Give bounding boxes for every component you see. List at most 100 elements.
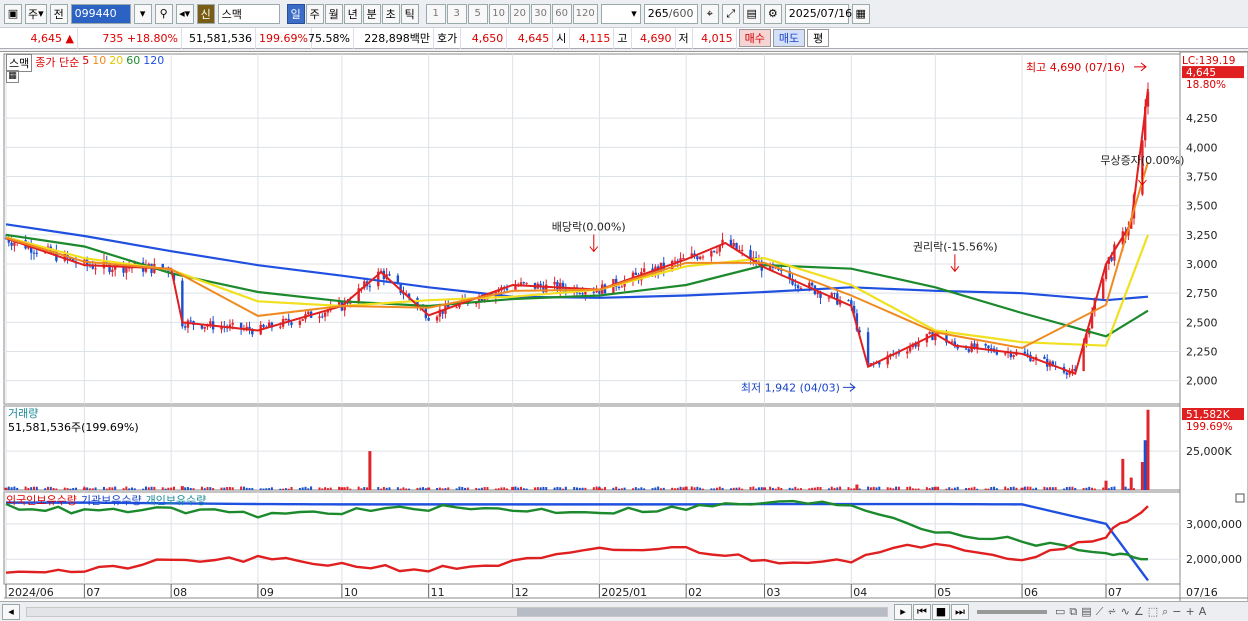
x-tick-label-10: 04 xyxy=(853,586,867,599)
nav-forward-icon[interactable]: ⏭ xyxy=(951,603,969,620)
volume-bar xyxy=(282,488,285,490)
zoom-icon[interactable]: ⌕ xyxy=(1162,605,1168,619)
save-icon[interactable]: ▤ xyxy=(742,3,761,24)
fibonacci-icon[interactable]: ⩫ xyxy=(1107,605,1116,619)
volume-bar xyxy=(170,487,173,490)
nav-play-icon[interactable]: ▸ xyxy=(894,603,912,620)
zoom-slider[interactable] xyxy=(977,609,1047,614)
volume-bar xyxy=(458,486,461,490)
volume-bar xyxy=(1091,487,1094,490)
volume-bar xyxy=(909,486,912,490)
code-dropdown-button[interactable]: ▾ xyxy=(133,3,152,24)
chart-type-icon[interactable]: ▣ xyxy=(4,3,22,24)
plus-icon[interactable]: + xyxy=(1185,605,1194,619)
candle-body xyxy=(810,282,814,286)
table-icon[interactable]: ▦ xyxy=(6,70,19,83)
interval-button-6[interactable]: 60 xyxy=(551,3,572,24)
interval-button-1[interactable]: 3 xyxy=(446,3,467,24)
stock-chart[interactable]: 2024/06 07 08 09 10 11 12 2025/01 02 03 04 05 06 07 07… xyxy=(0,52,1248,602)
text-icon[interactable]: A xyxy=(1199,605,1207,619)
eval-button[interactable]: 평 xyxy=(807,29,830,47)
candle-body xyxy=(984,343,987,346)
volume-bar xyxy=(788,487,791,490)
candle-body xyxy=(964,348,968,350)
up-arrow-icon: ▲ xyxy=(65,31,74,45)
nav-start-icon[interactable]: ⏮ xyxy=(913,603,931,620)
draw-tool-icon[interactable]: ⤢ xyxy=(721,3,740,24)
candle-body xyxy=(620,286,623,288)
volume-bar xyxy=(659,488,662,490)
count-value: 265 xyxy=(647,7,669,20)
interval-button-0[interactable]: 1 xyxy=(425,3,446,24)
hold-tick-label-1: 3,000,000 xyxy=(1186,518,1242,531)
buy-button[interactable]: 매수 xyxy=(738,29,771,47)
copy-icon[interactable]: ⧉ xyxy=(1069,605,1077,619)
interval-input[interactable]: ▾ xyxy=(600,3,641,24)
chart-area[interactable]: 2024/06 07 08 09 10 11 12 2025/01 02 03 04 05 06 07 07… xyxy=(0,51,1248,602)
count-field[interactable]: 265/600 xyxy=(643,3,698,24)
panel-close-icon xyxy=(1235,493,1245,503)
period-tab-5[interactable]: 초 xyxy=(381,3,400,24)
volume-bar xyxy=(573,486,576,490)
volume-bar xyxy=(111,487,114,490)
x-tick-label-9: 03 xyxy=(767,586,781,599)
date-field[interactable]: 2025/07/16 xyxy=(784,3,852,24)
crosshair-icon[interactable]: ⌖ xyxy=(700,3,719,24)
shape-icon[interactable]: ⬚ xyxy=(1148,605,1158,619)
volume-bar xyxy=(1085,487,1088,490)
candle-body xyxy=(553,281,556,285)
horizontal-scrollbar[interactable] xyxy=(26,606,888,617)
volume-bar xyxy=(976,488,979,490)
scroll-left-button[interactable]: ◂ xyxy=(2,603,20,620)
wave-icon[interactable]: ∿ xyxy=(1121,605,1130,619)
volume-bar xyxy=(200,486,203,490)
period-tab-2[interactable]: 월 xyxy=(324,3,343,24)
volume-bar xyxy=(357,486,360,490)
stock-code-input[interactable]: 099440 xyxy=(70,3,131,24)
nav-stop-icon[interactable]: ■ xyxy=(932,603,950,620)
volume-bar xyxy=(612,487,615,490)
volume-bar xyxy=(500,487,503,490)
gear-icon[interactable]: ⚙ xyxy=(763,3,782,24)
interval-button-5[interactable]: 30 xyxy=(530,3,551,24)
sell-button[interactable]: 매도 xyxy=(772,29,806,47)
candle-body xyxy=(125,267,128,273)
volume-bar xyxy=(797,488,800,490)
volume-bar xyxy=(251,488,254,490)
sin-badge[interactable]: 신 xyxy=(196,3,215,24)
interval-button-2[interactable]: 5 xyxy=(467,3,488,24)
scrollbar-thumb[interactable] xyxy=(517,607,887,616)
interval-button-3[interactable]: 10 xyxy=(488,3,509,24)
angle-icon[interactable]: ∠ xyxy=(1134,605,1144,619)
volume-bar xyxy=(715,487,718,490)
volume-bar xyxy=(520,486,523,490)
volume-bar xyxy=(405,488,408,490)
search-icon[interactable]: ⚲ xyxy=(154,3,173,24)
volume-bar xyxy=(318,487,321,490)
prev-button[interactable]: 전 xyxy=(49,3,68,24)
candle-body xyxy=(1043,356,1046,359)
candle-body xyxy=(1012,355,1015,357)
minus-icon[interactable]: − xyxy=(1172,605,1181,619)
period-tab-0[interactable]: 일 xyxy=(286,3,305,24)
period-tab-6[interactable]: 틱 xyxy=(400,3,419,24)
volume-bar xyxy=(32,486,35,490)
period-tab-1[interactable]: 주 xyxy=(305,3,324,24)
volume-bar xyxy=(1082,488,1085,490)
interval-button-4[interactable]: 20 xyxy=(509,3,530,24)
volume-bar-key xyxy=(1143,440,1147,490)
volume-bar xyxy=(953,487,956,490)
calendar-icon[interactable]: ▦ xyxy=(851,3,870,24)
volume-bar-key xyxy=(4,487,8,490)
volume-bar xyxy=(1015,487,1018,490)
window-icon[interactable]: ▭ xyxy=(1055,605,1065,619)
volume-bar xyxy=(69,488,72,490)
speaker-icon[interactable]: ◂▾ xyxy=(175,3,194,24)
trendline-icon[interactable]: ⟋ xyxy=(1096,605,1104,619)
period-tab-3[interactable]: 년 xyxy=(343,3,362,24)
period-tab-4[interactable]: 분 xyxy=(362,3,381,24)
stock-name-field[interactable]: 스맥 xyxy=(217,3,280,24)
type-select[interactable]: 주 ▾ xyxy=(25,3,47,24)
interval-button-7[interactable]: 120 xyxy=(572,3,598,24)
layout-icon[interactable]: ▤ xyxy=(1081,605,1091,619)
